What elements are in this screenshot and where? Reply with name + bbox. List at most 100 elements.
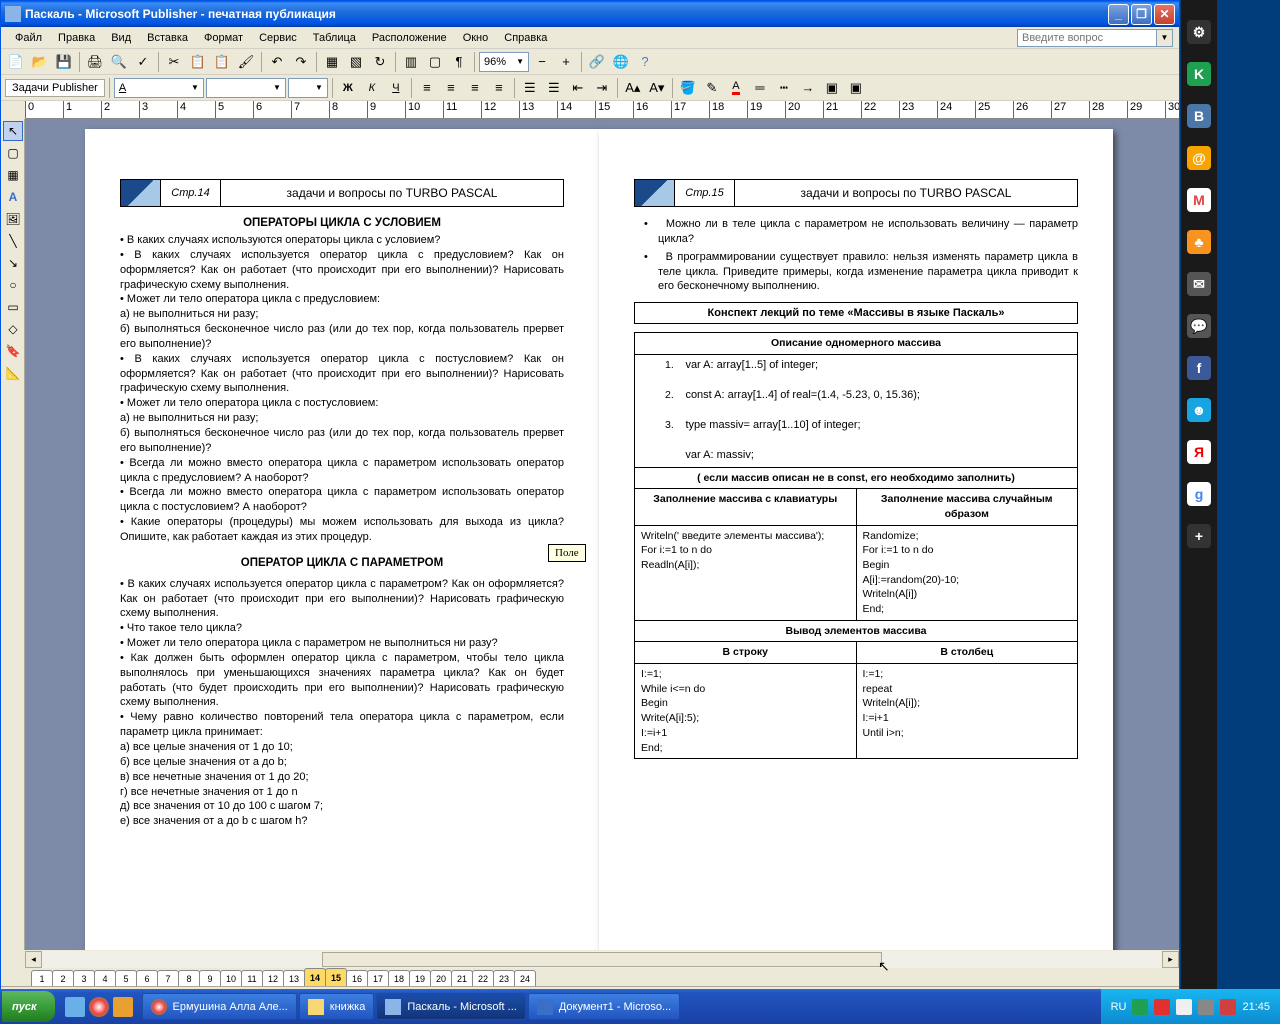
- page-tab-18[interactable]: 18: [388, 970, 410, 986]
- align-left-icon[interactable]: ≡: [416, 77, 438, 99]
- horizontal-scrollbar[interactable]: ◂ ▸: [25, 950, 1179, 968]
- shrink-font-icon[interactable]: A▾: [646, 77, 668, 99]
- copy-icon[interactable]: 📋: [187, 51, 209, 73]
- page-tab-8[interactable]: 8: [178, 970, 200, 986]
- bring-front-icon[interactable]: ▦: [321, 51, 343, 73]
- fill-color-icon[interactable]: 🪣: [677, 77, 699, 99]
- horizontal-ruler[interactable]: 0123456789101112131415161718192021222324…: [25, 101, 1179, 119]
- line-color-icon[interactable]: ✎: [701, 77, 723, 99]
- ql-amigo-icon[interactable]: [113, 997, 133, 1017]
- page-tab-6[interactable]: 6: [136, 970, 158, 986]
- select-tool-icon[interactable]: ↖: [3, 121, 23, 141]
- menu-file[interactable]: Файл: [7, 30, 50, 46]
- taskbar-item-chrome[interactable]: Ермушина Алла Але...: [142, 993, 297, 1020]
- page-tab-16[interactable]: 16: [346, 970, 368, 986]
- zoom-in-icon[interactable]: +: [555, 51, 577, 73]
- mail-icon[interactable]: ✉: [1187, 272, 1211, 296]
- oval-tool-icon[interactable]: ○: [3, 275, 23, 295]
- format-painter-icon[interactable]: 🖌: [235, 51, 257, 73]
- menu-layout[interactable]: Расположение: [364, 30, 455, 46]
- bullets-icon[interactable]: ☰: [543, 77, 565, 99]
- page-tab-12[interactable]: 12: [262, 970, 284, 986]
- help-search-dropdown[interactable]: ▼: [1157, 29, 1173, 47]
- table-tool-icon[interactable]: ▦: [3, 165, 23, 185]
- autoshapes-tool-icon[interactable]: ◇: [3, 319, 23, 339]
- design-gallery-icon[interactable]: 📐: [3, 363, 23, 383]
- cut-icon[interactable]: ✂: [163, 51, 185, 73]
- close-button[interactable]: ✕: [1154, 4, 1175, 25]
- facebook-icon[interactable]: f: [1187, 356, 1211, 380]
- hyperlink-icon[interactable]: 🔗: [586, 51, 608, 73]
- page-tab-15[interactable]: 15: [325, 968, 347, 986]
- yandex-icon[interactable]: Я: [1187, 440, 1211, 464]
- size-combo[interactable]: ▼: [288, 78, 328, 98]
- align-center-icon[interactable]: ≡: [440, 77, 462, 99]
- new-icon[interactable]: 📄: [5, 51, 27, 73]
- justify-icon[interactable]: ≡: [488, 77, 510, 99]
- tray-icon[interactable]: [1154, 999, 1170, 1015]
- page-tab-2[interactable]: 2: [52, 970, 74, 986]
- page-tab-5[interactable]: 5: [115, 970, 137, 986]
- font-color-icon[interactable]: A: [725, 77, 747, 99]
- page-tab-11[interactable]: 11: [241, 970, 263, 986]
- print-icon[interactable]: 🖨: [84, 51, 106, 73]
- line-style-icon[interactable]: ═: [749, 77, 771, 99]
- columns-icon[interactable]: ▥: [400, 51, 422, 73]
- bold-icon[interactable]: Ж: [337, 77, 359, 99]
- boundaries-icon[interactable]: ▢: [424, 51, 446, 73]
- page-tab-19[interactable]: 19: [409, 970, 431, 986]
- pilcrow-icon[interactable]: ¶: [448, 51, 470, 73]
- taskbar-item-publisher[interactable]: Паскаль - Microsoft ...: [376, 993, 525, 1020]
- minimize-button[interactable]: _: [1108, 4, 1129, 25]
- scroll-right-button[interactable]: ▸: [1162, 951, 1179, 968]
- style-combo[interactable]: A▼: [114, 78, 204, 98]
- scroll-thumb[interactable]: [322, 952, 882, 967]
- tasks-button[interactable]: Задачи Publisher: [5, 79, 105, 97]
- tray-icon[interactable]: [1176, 999, 1192, 1015]
- menu-view[interactable]: Вид: [103, 30, 139, 46]
- grow-font-icon[interactable]: A▴: [622, 77, 644, 99]
- page-tab-20[interactable]: 20: [430, 970, 452, 986]
- taskbar-item-word[interactable]: Документ1 - Microso...: [528, 993, 680, 1020]
- shadow-icon[interactable]: ▣: [821, 77, 843, 99]
- language-indicator[interactable]: RU: [1111, 1001, 1127, 1013]
- page-tab-7[interactable]: 7: [157, 970, 179, 986]
- send-back-icon[interactable]: ▧: [345, 51, 367, 73]
- indent-icon[interactable]: ⇥: [591, 77, 613, 99]
- textbox-tool-icon[interactable]: ▢: [3, 143, 23, 163]
- ql-desktop-icon[interactable]: [65, 997, 85, 1017]
- page-tab-10[interactable]: 10: [220, 970, 242, 986]
- menu-insert[interactable]: Вставка: [139, 30, 196, 46]
- system-tray[interactable]: RU 21:45: [1101, 989, 1280, 1024]
- rotate-icon[interactable]: ↻: [369, 51, 391, 73]
- clock[interactable]: 21:45: [1242, 1001, 1270, 1013]
- page-tab-14[interactable]: 14: [304, 968, 326, 986]
- at-icon[interactable]: @: [1187, 146, 1211, 170]
- help-icon[interactable]: ?: [634, 51, 656, 73]
- arrow-style-icon[interactable]: →: [797, 77, 819, 99]
- page-15[interactable]: Стр.15 задачи и вопросы по TURBO PASCAL …: [599, 129, 1113, 950]
- paste-icon[interactable]: 📋: [211, 51, 233, 73]
- vk-icon[interactable]: В: [1187, 104, 1211, 128]
- bookmark-tool-icon[interactable]: 🔖: [3, 341, 23, 361]
- rect-tool-icon[interactable]: ▭: [3, 297, 23, 317]
- open-icon[interactable]: 📂: [29, 51, 51, 73]
- 3d-icon[interactable]: ▣: [845, 77, 867, 99]
- chat-icon[interactable]: 💬: [1187, 314, 1211, 338]
- page-tab-13[interactable]: 13: [283, 970, 305, 986]
- kaspersky-icon[interactable]: K: [1187, 62, 1211, 86]
- italic-icon[interactable]: К: [361, 77, 383, 99]
- web-preview-icon[interactable]: 🌐: [610, 51, 632, 73]
- settings-icon[interactable]: ⚙: [1187, 20, 1211, 44]
- scroll-track[interactable]: [42, 951, 1162, 968]
- menu-format[interactable]: Формат: [196, 30, 251, 46]
- undo-icon[interactable]: ↶: [266, 51, 288, 73]
- scroll-left-button[interactable]: ◂: [25, 951, 42, 968]
- menu-window[interactable]: Окно: [455, 30, 497, 46]
- zoom-combo[interactable]: 96%▼: [479, 52, 529, 72]
- redo-icon[interactable]: ↷: [290, 51, 312, 73]
- page-tab-4[interactable]: 4: [94, 970, 116, 986]
- page-14[interactable]: Стр.14 задачи и вопросы по TURBO PASCAL …: [85, 129, 599, 950]
- font-combo[interactable]: ▼: [206, 78, 286, 98]
- help-search-input[interactable]: [1017, 29, 1157, 47]
